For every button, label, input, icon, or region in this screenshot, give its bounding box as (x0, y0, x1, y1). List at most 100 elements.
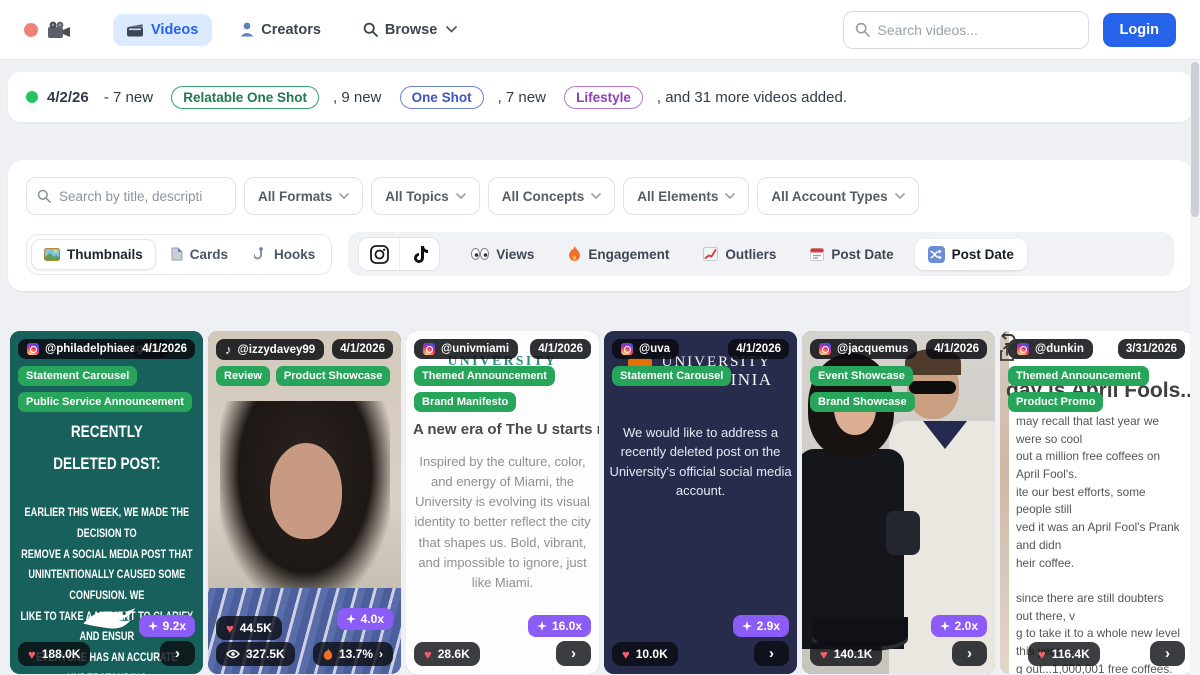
post-date-badge: 4/1/2026 (728, 339, 789, 359)
view-mode-thumbnails[interactable]: Thumbnails (31, 239, 156, 270)
engagement-badge[interactable]: 13.7% › (313, 642, 393, 666)
tag-list: Statement Carousel (612, 366, 789, 386)
title-search-input[interactable] (59, 189, 225, 204)
video-card[interactable]: ♪ @izzydavey99 4/1/2026 Review Product S… (208, 331, 401, 674)
sparkle-icon (742, 621, 752, 631)
filter-row: All Formats All Topics All Concepts All … (26, 177, 1174, 215)
likes-badge: ♥ 10.0K (612, 642, 678, 666)
view-mode-hooks[interactable]: Hooks (242, 239, 327, 270)
format-tag[interactable]: Brand Manifesto (414, 392, 516, 412)
instagram-icon (27, 343, 39, 355)
format-tag[interactable]: Review (216, 366, 270, 386)
engagement-value: 13.7% (339, 647, 373, 661)
format-tag[interactable]: Themed Announcement (414, 366, 555, 386)
view-mode-label: Cards (190, 247, 228, 262)
nav-tab-creators[interactable]: Creators (226, 14, 335, 46)
account-handle-badge[interactable]: @jacquemus (810, 339, 917, 359)
likes-count: 116.4K (1052, 647, 1090, 661)
sparkle-icon (537, 621, 547, 631)
sort-label: Post Date (952, 247, 1014, 262)
heart-icon: ♥ (1038, 648, 1046, 661)
account-handle: @univmiami (441, 343, 509, 355)
search-icon (855, 22, 870, 37)
dropdown-all-formats[interactable]: All Formats (244, 177, 363, 215)
card-icon (170, 247, 183, 261)
clapper-icon (127, 22, 144, 37)
sort-by-post-date-shuffle[interactable]: Post Date (915, 239, 1027, 270)
filters-panel: All Formats All Topics All Concepts All … (8, 160, 1192, 291)
video-card[interactable]: @jacquemus 4/1/2026 Event Showcase Brand… (802, 331, 995, 674)
expand-card-button[interactable]: › (160, 641, 195, 666)
multiplier-value: 2.0x (955, 619, 978, 633)
account-handle-badge[interactable]: @univmiami (414, 339, 518, 359)
dropdown-all-topics[interactable]: All Topics (371, 177, 480, 215)
eagles-logo-icon (80, 606, 138, 632)
nav-tab-browse[interactable]: Browse (349, 14, 471, 46)
format-pill-one-shot[interactable]: One Shot (400, 86, 484, 109)
expand-card-button[interactable]: › (952, 641, 987, 666)
dropdown-label: All Concepts (502, 189, 585, 204)
dropdown-label: All Formats (258, 189, 332, 204)
account-handle: @jacquemus (837, 343, 908, 355)
format-tag[interactable]: Statement Carousel (612, 366, 731, 386)
scrollbar-thumb[interactable] (1191, 62, 1199, 217)
nav-tab-videos[interactable]: Videos (113, 14, 212, 46)
view-mode-cards[interactable]: Cards (158, 239, 240, 270)
login-button[interactable]: Login (1103, 13, 1176, 47)
video-card[interactable]: day is April Fools... may recall that la… (1000, 331, 1193, 674)
account-handle-badge[interactable]: @uva (612, 339, 679, 359)
dropdown-label: All Account Types (771, 189, 887, 204)
top-navigation-bar: Videos Creators Browse Login (0, 0, 1200, 60)
chevron-down-icon (591, 193, 601, 199)
share-icon[interactable] (1000, 345, 1016, 361)
undo-icon[interactable] (1000, 331, 1016, 345)
vertical-scrollbar[interactable] (1190, 60, 1200, 675)
thumbnail-body-text: may recall that last year we were so coo… (1016, 413, 1181, 674)
format-tag[interactable]: Product Showcase (276, 366, 390, 386)
account-handle-badge[interactable]: ♪ @izzydavey99 (216, 339, 324, 360)
account-handle: @uva (639, 343, 670, 355)
chevron-down-icon (339, 193, 349, 199)
video-card[interactable]: UNIVERSITY of VIRGINIA We would like to … (604, 331, 797, 674)
sort-by-outliers[interactable]: Outliers (690, 240, 789, 269)
format-tag[interactable]: Event Showcase (810, 366, 913, 386)
tiktok-icon: ♪ (225, 343, 232, 356)
update-text-suffix: , and 31 more videos added. (657, 89, 847, 106)
format-pill-relatable-one-shot[interactable]: Relatable One Shot (171, 86, 319, 109)
sort-by-views[interactable]: Views (458, 240, 547, 269)
format-tag[interactable]: Public Service Announcement (18, 392, 192, 412)
format-tag[interactable]: Brand Showcase (810, 392, 915, 412)
post-date-badge: 3/31/2026 (1118, 339, 1185, 359)
app-logo[interactable] (24, 21, 71, 39)
instagram-icon (819, 343, 831, 355)
instagram-filter-button[interactable] (359, 238, 399, 270)
dropdown-all-elements[interactable]: All Elements (623, 177, 749, 215)
search-videos-input[interactable] (878, 22, 1077, 38)
dropdown-all-account-types[interactable]: All Account Types (757, 177, 918, 215)
views-badge: 327.5K (216, 642, 295, 666)
likes-count: 10.0K (636, 647, 668, 661)
nav-tab-label: Videos (151, 22, 198, 38)
dropdown-all-concepts[interactable]: All Concepts (488, 177, 616, 215)
tag-list: Themed Announcement Product Promo (1008, 366, 1153, 412)
format-tag[interactable]: Statement Carousel (18, 366, 137, 386)
video-card[interactable]: ADDRESSING A RECENTLY DELETED POST: EARL… (10, 331, 203, 674)
view-mode-label: Hooks (274, 247, 315, 262)
outlier-multiplier-badge: 2.9x (733, 615, 789, 637)
sort-by-post-date-calendar[interactable]: Post Date (797, 240, 906, 269)
video-card[interactable]: UNIVERSITY A new era of The U starts now… (406, 331, 599, 674)
outlier-multiplier-badge: 9.2x (139, 615, 195, 637)
expand-card-button[interactable]: › (556, 641, 591, 666)
multiplier-value: 9.2x (163, 619, 186, 633)
sort-by-engagement[interactable]: Engagement (555, 239, 682, 269)
tiktok-filter-button[interactable] (399, 238, 439, 270)
outlier-multiplier-badge: 4.0x (337, 608, 393, 630)
toolbar-row: Thumbnails Cards Hooks (26, 232, 1174, 276)
expand-card-button[interactable]: › (1150, 641, 1185, 666)
hook-icon (254, 247, 267, 261)
account-handle-badge[interactable]: @dunkin (1008, 339, 1093, 359)
expand-card-button[interactable]: › (754, 641, 789, 666)
format-tag[interactable]: Themed Announcement (1008, 366, 1149, 386)
format-tag[interactable]: Product Promo (1008, 392, 1103, 412)
format-pill-lifestyle[interactable]: Lifestyle (564, 86, 643, 109)
